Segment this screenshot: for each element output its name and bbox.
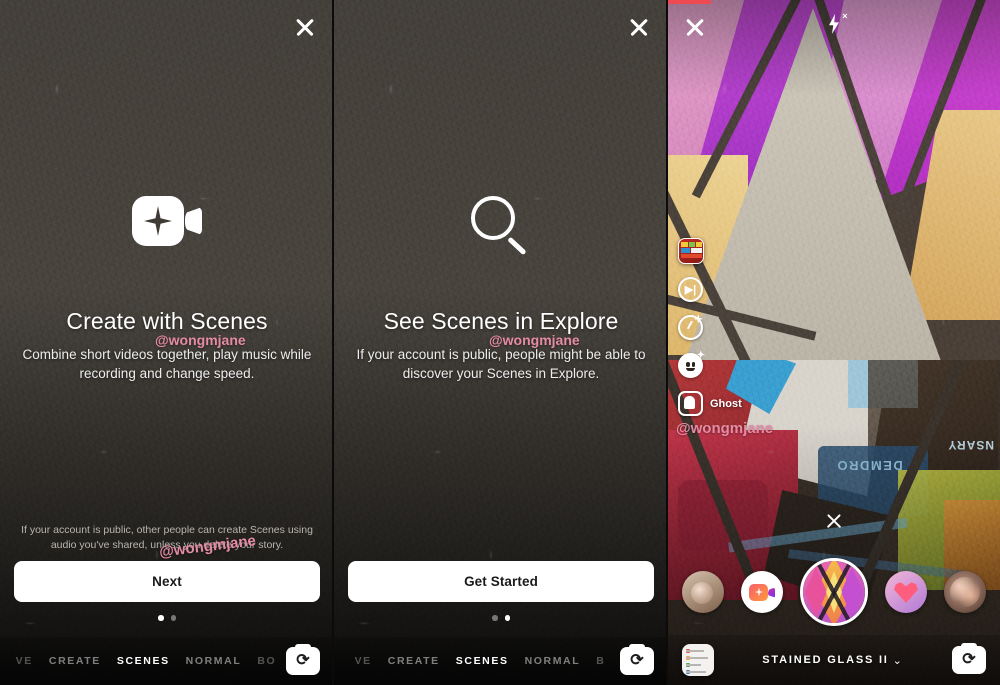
ghost-mode-toggle[interactable]: Ghost xyxy=(678,391,742,416)
timer-icon[interactable]: ✛ xyxy=(678,314,742,340)
gallery-icon[interactable] xyxy=(682,644,714,676)
mode-live[interactable]: VE xyxy=(355,655,372,667)
next-button[interactable]: Next xyxy=(14,561,320,602)
flash-off-icon[interactable]: × xyxy=(668,12,1000,34)
recording-progress-bar xyxy=(668,0,711,4)
mode-scenes[interactable]: SCENES xyxy=(456,655,509,667)
page-dot[interactable] xyxy=(504,615,510,621)
panel-divider xyxy=(332,0,334,685)
filter-name-label[interactable]: STAINED GLASS II ⌄ xyxy=(714,654,952,667)
camera-mode-bar: VE CREATE SCENES NORMAL B ⟳ xyxy=(334,637,668,685)
onboarding-panel-see-scenes-in-explore: See Scenes in Explore If your account is… xyxy=(334,0,668,685)
hero-icon-create xyxy=(0,196,334,246)
mode-create[interactable]: CREATE xyxy=(49,655,101,667)
get-started-button[interactable]: Get Started xyxy=(348,561,654,602)
page-title: Create with Scenes xyxy=(66,308,268,334)
panel-divider xyxy=(666,0,668,685)
mode-boomerang[interactable]: BO xyxy=(257,655,276,667)
mode-scenes[interactable]: SCENES xyxy=(117,655,170,667)
onboarding-panel-create-with-scenes: Create with Scenes Combine short videos … xyxy=(0,0,334,685)
mode-list: VE CREATE SCENES NORMAL B xyxy=(334,655,620,667)
effects-face-icon[interactable]: ✦ xyxy=(678,350,742,378)
filter-hearts[interactable] xyxy=(885,571,927,613)
page-dot[interactable] xyxy=(492,615,498,621)
camera-flip-icon[interactable]: ⟳ xyxy=(952,642,986,674)
fineprint-text: If your account is public, other people … xyxy=(21,524,313,552)
screenshot-root: Create with Scenes Combine short videos … xyxy=(0,0,1000,685)
camera-bottom-bar: STAINED GLASS II ⌄ ⟳ xyxy=(668,635,1000,685)
camera-mode-bar: VE CREATE SCENES NORMAL BO ⟳ xyxy=(0,637,334,685)
close-icon[interactable] xyxy=(624,12,654,42)
speed-icon[interactable]: ▶| xyxy=(678,277,742,302)
camera-flip-icon[interactable]: ⟳ xyxy=(286,643,320,675)
ghost-label: Ghost xyxy=(710,397,742,410)
mode-live[interactable]: VE xyxy=(16,655,33,667)
camera-panel-stained-glass: NSARY DEMDRO × ▶| ✛ ✦ Ghost @wongmjane S… xyxy=(668,0,1000,685)
filter-new-scene[interactable] xyxy=(741,571,783,613)
filter-portrait[interactable] xyxy=(682,571,724,613)
ghost-mode-icon xyxy=(678,391,703,416)
mode-normal[interactable]: NORMAL xyxy=(525,655,581,667)
search-icon xyxy=(469,196,533,260)
page-dot[interactable] xyxy=(170,615,176,621)
mode-normal[interactable]: NORMAL xyxy=(186,655,242,667)
close-icon[interactable] xyxy=(290,12,320,42)
filter-sparkle[interactable] xyxy=(944,571,986,613)
filter-carousel xyxy=(668,556,1000,628)
mode-create[interactable]: CREATE xyxy=(388,655,440,667)
mode-boomerang[interactable]: B xyxy=(596,655,605,667)
camera-tools-column: ▶| ✛ ✦ Ghost xyxy=(678,238,742,416)
mode-list: VE CREATE SCENES NORMAL BO xyxy=(0,655,286,667)
page-dots xyxy=(0,615,334,621)
filter-name-text: STAINED GLASS II xyxy=(762,654,889,666)
chevron-down-icon: ⌄ xyxy=(892,654,904,667)
page-dot[interactable] xyxy=(158,615,164,621)
page-subtitle: Combine short videos together, play musi… xyxy=(22,347,312,382)
dismiss-filter-icon[interactable] xyxy=(668,512,1000,530)
page-title: See Scenes in Explore xyxy=(383,308,619,334)
camera-flip-icon[interactable]: ⟳ xyxy=(620,643,654,675)
video-camera-sparkle-icon xyxy=(132,196,202,246)
page-dots xyxy=(334,615,668,621)
page-subtitle: If your account is public, people might … xyxy=(356,347,646,382)
hero-icon-explore xyxy=(334,196,668,260)
music-album-art-icon[interactable] xyxy=(678,238,742,264)
filter-stained-glass-ii[interactable] xyxy=(800,558,868,626)
